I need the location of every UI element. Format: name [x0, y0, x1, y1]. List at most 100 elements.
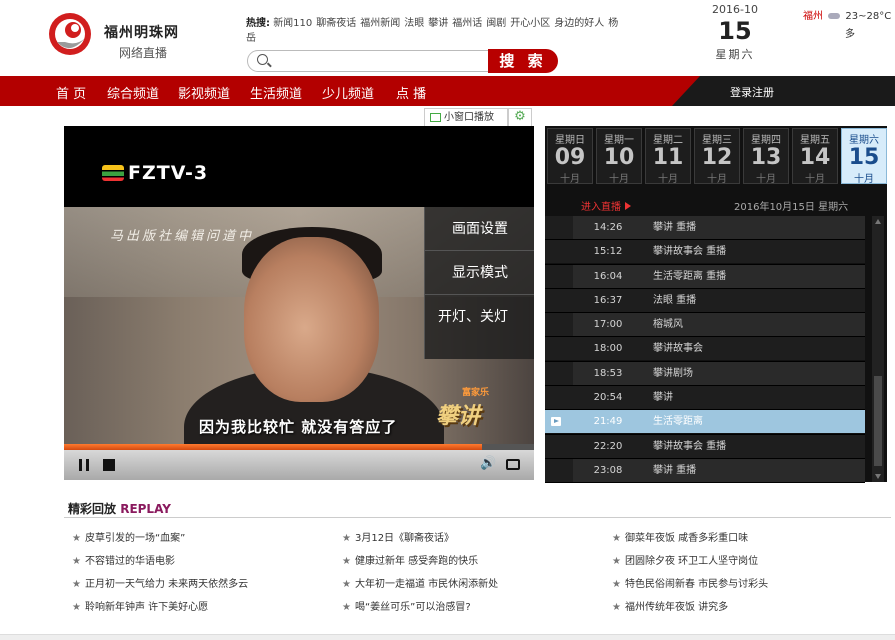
menu-lights-toggle[interactable]: 开灯、关灯: [425, 295, 534, 339]
day-weekday: 星期一: [604, 135, 634, 146]
star-icon: ★: [342, 556, 351, 567]
replay-link[interactable]: ★ 健康过新年 感受奔跑的快乐: [342, 553, 602, 576]
replay-link-text: 健康过新年 感受奔跑的快乐: [354, 556, 479, 567]
day-weekday: 星期六: [849, 135, 879, 146]
hot-term[interactable]: 新闻110: [273, 18, 312, 29]
hot-term[interactable]: 开心小区: [510, 18, 550, 29]
schedule-scrollbar[interactable]: [872, 216, 884, 482]
row-marker: [545, 361, 573, 385]
video-player[interactable]: FZTV-3 马出版社编辑问道中.. 因为我比较忙 就没有答应了 富家乐 攀讲 画…: [64, 126, 534, 480]
mini-window-button[interactable]: 小窗口播放: [424, 108, 508, 126]
day-tab[interactable]: 星期一 10 十月: [596, 128, 642, 185]
day-tab[interactable]: 星期四 13 十月: [743, 128, 789, 185]
scrollbar-thumb[interactable]: [874, 376, 882, 466]
replay-link[interactable]: ★ 3月12日《聊斋夜话》: [342, 530, 602, 553]
replay-link[interactable]: ★ 聆响新年钟声 许下美好心愿: [72, 599, 332, 622]
weather-city[interactable]: 福州: [803, 11, 823, 22]
replay-link[interactable]: ★ 御菜年夜饭 咸香多彩重口味: [612, 530, 872, 553]
program-row[interactable]: 16:04 生活零距离 重播: [545, 264, 865, 289]
nav-item-kids[interactable]: 少儿频道: [322, 83, 374, 102]
day-weekday: 星期四: [751, 135, 781, 146]
menu-display-mode[interactable]: 显示模式: [425, 251, 534, 295]
replay-column: ★ 御菜年夜饭 咸香多彩重口味 ★ 团圆除夕夜 环卫工人坚守岗位 ★ 特色民俗闹新春 市民…: [612, 530, 872, 622]
search-button[interactable]: 搜 索: [488, 49, 558, 73]
site-logo-icon[interactable]: [47, 12, 93, 56]
nav-item-vod[interactable]: 点 播: [396, 83, 426, 102]
nav-item-general[interactable]: 综合频道: [107, 83, 159, 102]
day-tab[interactable]: 星期三 12 十月: [694, 128, 740, 185]
program-row[interactable]: 18:00 攀讲故事会: [545, 337, 865, 362]
day-month: 十月: [609, 174, 629, 185]
hot-term[interactable]: 福州新闻: [360, 18, 400, 29]
replay-link[interactable]: ★ 正月初一天气给力 未来两天依然多云: [72, 576, 332, 599]
nav-item-life[interactable]: 生活频道: [250, 83, 302, 102]
login-register-link[interactable]: 登录注册: [730, 84, 774, 100]
program-time: 16:37: [573, 288, 643, 312]
replay-link[interactable]: ★ 团圆除夕夜 环卫工人坚守岗位: [612, 553, 872, 576]
program-time: 21:49: [573, 410, 643, 434]
pause-icon[interactable]: [79, 459, 89, 471]
day-weekday: 星期二: [653, 135, 683, 146]
day-tab[interactable]: 星期五 14 十月: [792, 128, 838, 185]
day-month: 十月: [805, 174, 825, 185]
program-title: 生活零距离: [643, 410, 865, 434]
hot-term[interactable]: 闽剧: [486, 18, 506, 29]
day-weekday: 星期三: [702, 135, 732, 146]
replay-link[interactable]: ★ 喝“姜丝可乐”可以治感冒?: [342, 599, 602, 622]
replay-column: ★ 皮草引发的一场“血案” ★ 不容错过的华语电影 ★ 正月初一天气给力 未来两天依然多云…: [72, 530, 332, 622]
date-year-month: 2016-10: [712, 3, 758, 16]
row-marker: [545, 264, 573, 288]
hot-term[interactable]: 法眼: [404, 18, 424, 29]
star-icon: ★: [72, 556, 81, 567]
program-row[interactable]: 22:20 攀讲故事会 重播: [545, 434, 865, 459]
program-row[interactable]: 17:00 榕城风: [545, 313, 865, 338]
program-row[interactable]: 14:26 攀讲 重播: [545, 216, 865, 241]
program-title: 榕城风: [643, 313, 865, 337]
day-tab[interactable]: 星期二 11 十月: [645, 128, 691, 185]
nav-item-home[interactable]: 首 页: [56, 83, 86, 102]
settings-button[interactable]: ⚙: [508, 108, 532, 126]
program-row[interactable]: 21:49 生活零距离: [545, 410, 865, 435]
volume-icon[interactable]: 🔊: [480, 456, 496, 471]
scroll-up-icon[interactable]: [875, 219, 881, 224]
row-marker: [545, 313, 573, 337]
replay-link[interactable]: ★ 大年初一走福道 市民休闲添新处: [342, 576, 602, 599]
nav-item-film[interactable]: 影视频道: [178, 83, 230, 102]
program-title: 法眼 重播: [643, 288, 865, 312]
fullscreen-icon[interactable]: [506, 459, 520, 470]
hot-term[interactable]: 攀讲: [428, 18, 448, 29]
search-icon: [257, 54, 268, 65]
day-tab[interactable]: 星期六 15 十月: [841, 128, 887, 185]
stop-icon[interactable]: [103, 459, 115, 471]
channel-logo-icon: [102, 165, 124, 181]
hot-term[interactable]: 身边的好人: [554, 18, 604, 29]
site-name[interactable]: 福州明珠网 网络直播: [104, 22, 179, 61]
day-tab[interactable]: 星期日 09 十月: [547, 128, 593, 185]
menu-picture-settings[interactable]: 画面设置: [425, 207, 534, 251]
replay-link-text: 聆响新年钟声 许下美好心愿: [84, 602, 209, 613]
search-box: [247, 50, 489, 72]
replay-link[interactable]: ★ 福州传统年夜饭 讲究多: [612, 599, 872, 622]
program-time: 18:00: [573, 337, 643, 361]
program-time: 17:00: [573, 313, 643, 337]
day-selector: 星期日 09 十月 星期一 10 十月 星期二 11 十月 星期三 12 十月 星期四 13 十月 星期五 14…: [545, 126, 887, 186]
program-row[interactable]: 18:53 攀讲剧场: [545, 361, 865, 387]
enter-live-link[interactable]: 进入直播: [581, 198, 631, 213]
replay-link-text: 皮草引发的一场“血案”: [84, 533, 186, 544]
hot-term[interactable]: 聊斋夜话: [316, 18, 356, 29]
hot-term[interactable]: 福州话: [452, 18, 482, 29]
program-row[interactable]: 23:08 攀讲 重播: [545, 458, 865, 484]
nav-login-area: [672, 76, 895, 106]
program-title: 攀讲故事会: [643, 337, 865, 361]
scroll-down-icon[interactable]: [875, 474, 881, 479]
replay-link[interactable]: ★ 皮草引发的一场“血案”: [72, 530, 332, 553]
program-row[interactable]: 20:54 攀讲: [545, 386, 865, 411]
search-input[interactable]: [274, 53, 482, 69]
program-row[interactable]: 15:12 攀讲故事会 重播: [545, 240, 865, 265]
replay-link[interactable]: ★ 特色民俗闹新春 市民参与讨彩头: [612, 576, 872, 599]
date-display: 2016-10 15 星期六: [700, 3, 770, 62]
program-time: 14:26: [573, 216, 643, 239]
replay-link[interactable]: ★ 不容错过的华语电影: [72, 553, 332, 576]
program-row[interactable]: 16:37 法眼 重播: [545, 288, 865, 314]
row-marker: [545, 240, 573, 264]
